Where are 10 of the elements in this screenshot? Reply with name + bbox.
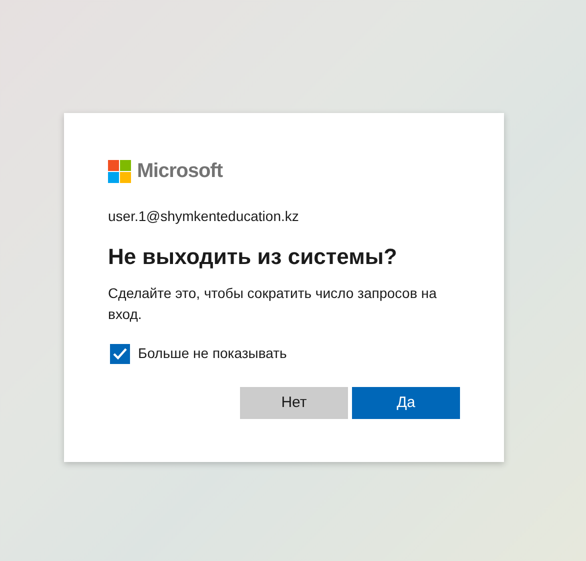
confirm-button[interactable]: Да [352, 387, 460, 419]
checkmark-icon [113, 348, 127, 360]
logo-text: Microsoft [137, 159, 222, 184]
cancel-button[interactable]: Нет [240, 387, 348, 419]
windows-squares-icon [108, 160, 131, 182]
checkbox[interactable] [110, 344, 130, 364]
dialog-title: Не выходить из системы? [108, 243, 398, 271]
checkbox-label: Больше не показывать [138, 344, 287, 363]
account-email: user.1@shymkenteducation.kz [108, 207, 300, 226]
description-text: Сделайте это, чтобы сократить число запросов на вход. [108, 284, 438, 324]
